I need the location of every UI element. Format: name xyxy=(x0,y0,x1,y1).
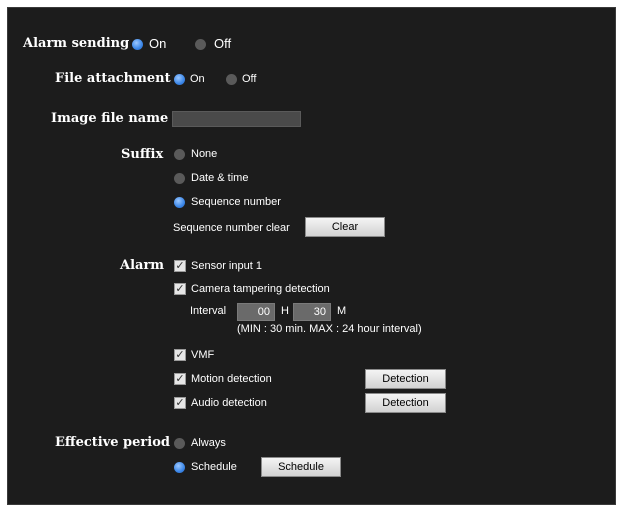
motion-detection-button[interactable]: Detection xyxy=(365,369,446,389)
alarm-label: Alarm xyxy=(120,258,165,273)
suffix-label: Suffix xyxy=(121,147,164,162)
interval-hours-input[interactable]: 00 xyxy=(237,303,275,321)
clear-button[interactable]: Clear xyxy=(305,217,385,237)
audio-detection-label[interactable]: Audio detection xyxy=(191,397,267,409)
image-file-name-input[interactable] xyxy=(172,111,301,127)
interval-label: Interval xyxy=(190,305,227,317)
alarm-settings-panel: Alarm sending On Off File attachment On … xyxy=(7,7,616,505)
motion-detection-checkbox[interactable]: ✓ xyxy=(174,373,186,385)
suffix-none-label[interactable]: None xyxy=(191,148,217,160)
sensor-input-label[interactable]: Sensor input 1 xyxy=(191,260,262,272)
effective-period-schedule-radio[interactable] xyxy=(174,462,185,473)
suffix-sequence-number-radio[interactable] xyxy=(174,197,185,208)
vmf-label[interactable]: VMF xyxy=(191,349,214,361)
effective-period-always-radio[interactable] xyxy=(174,438,185,449)
file-attachment-off-label[interactable]: Off xyxy=(242,73,256,85)
suffix-date-time-radio[interactable] xyxy=(174,173,185,184)
vmf-checkbox[interactable]: ✓ xyxy=(174,349,186,361)
effective-period-schedule-label[interactable]: Schedule xyxy=(191,461,237,473)
alarm-sending-on-radio[interactable] xyxy=(132,39,143,50)
interval-minutes-input[interactable]: 30 xyxy=(293,303,331,321)
interval-hours-unit: H xyxy=(281,305,289,317)
file-attachment-on-radio[interactable] xyxy=(174,74,185,85)
sensor-input-checkbox[interactable]: ✓ xyxy=(174,260,186,272)
effective-period-always-label[interactable]: Always xyxy=(191,437,226,449)
alarm-sending-label: Alarm sending xyxy=(23,36,130,51)
interval-minutes-unit: M xyxy=(337,305,347,317)
sequence-number-clear-label: Sequence number clear xyxy=(173,222,290,234)
camera-tampering-checkbox[interactable]: ✓ xyxy=(174,283,186,295)
motion-detection-label[interactable]: Motion detection xyxy=(191,373,272,385)
alarm-sending-on-label[interactable]: On xyxy=(149,36,166,51)
alarm-sending-off-radio[interactable] xyxy=(195,39,206,50)
file-attachment-off-radio[interactable] xyxy=(226,74,237,85)
alarm-sending-off-label[interactable]: Off xyxy=(214,36,231,51)
schedule-button[interactable]: Schedule xyxy=(261,457,341,477)
file-attachment-label: File attachment xyxy=(55,71,171,86)
image-file-name-label: Image file name xyxy=(51,111,169,126)
camera-tampering-label[interactable]: Camera tampering detection xyxy=(191,283,330,295)
audio-detection-button[interactable]: Detection xyxy=(365,393,446,413)
audio-detection-checkbox[interactable]: ✓ xyxy=(174,397,186,409)
suffix-none-radio[interactable] xyxy=(174,149,185,160)
effective-period-label: Effective period xyxy=(55,435,170,450)
suffix-sequence-number-label[interactable]: Sequence number xyxy=(191,196,281,208)
interval-note: (MIN : 30 min. MAX : 24 hour interval) xyxy=(237,323,422,335)
suffix-date-time-label[interactable]: Date & time xyxy=(191,172,248,184)
file-attachment-on-label[interactable]: On xyxy=(190,73,205,85)
